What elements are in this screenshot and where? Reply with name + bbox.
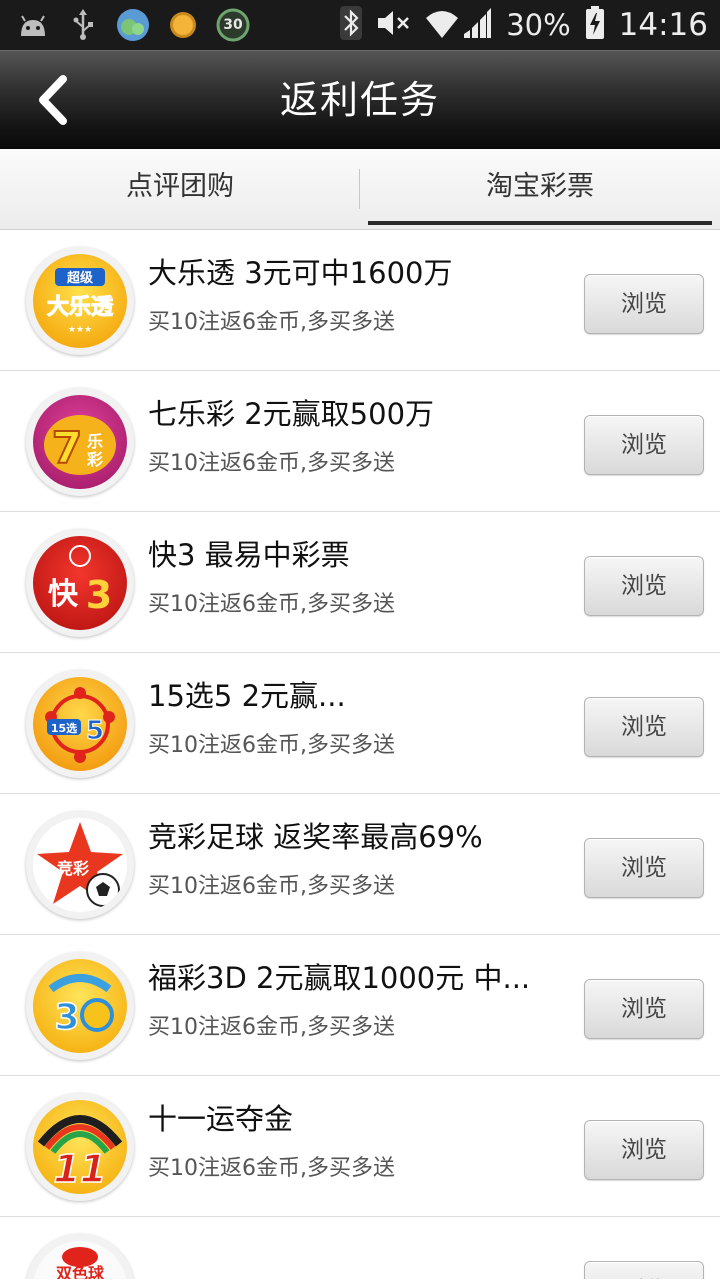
status-bar: 30 30% 14:16 [0, 0, 720, 50]
timer-30-icon: 30 [216, 8, 250, 42]
svg-text:15选: 15选 [51, 721, 77, 735]
browse-button[interactable]: 浏览 [584, 979, 704, 1039]
item-subtitle: 买10注返6金币,多买多送 [148, 1156, 395, 1181]
11yun-logo: 11 [26, 1093, 134, 1201]
status-bar-system: 30% 14:16 [340, 6, 708, 44]
android-icon [16, 8, 50, 42]
list-item[interactable]: 双色球 浏览 [0, 1217, 720, 1279]
title-bar: 返利任务 [0, 50, 720, 150]
browse-button[interactable]: 浏览 [584, 1261, 704, 1279]
list-item[interactable]: 快 3 快3 最易中彩票 买10注返6金币,多买多送 浏览 [0, 512, 720, 653]
item-title: 福彩3D 2元赢取1000元 中... [148, 961, 531, 995]
fucai-3d-logo: 3 [26, 952, 134, 1060]
browse-button[interactable]: 浏览 [584, 274, 704, 334]
coin-app-icon [166, 8, 200, 42]
lottery-task-list: 超级 大乐透 ★★★ 大乐透 3元可中1600万 买10注返6金币,多买多送 浏… [0, 230, 720, 1279]
qilecai-logo: 7 乐 彩 [26, 388, 134, 496]
back-button[interactable] [18, 67, 88, 133]
list-item[interactable]: 竞彩 竞彩足球 返奖率最高69% 买10注返6金币,多买多送 浏览 [0, 794, 720, 935]
battery-percent: 30% [506, 8, 571, 42]
item-subtitle: 买10注返6金币,多买多送 [148, 733, 395, 758]
svg-text:3: 3 [86, 573, 112, 617]
page-title: 返利任务 [279, 78, 440, 122]
shuangseqiu-logo: 双色球 [26, 1234, 134, 1279]
list-item[interactable]: 15选 5 15选5 2元赢... 买10注返6金币,多买多送 浏览 [0, 653, 720, 794]
svg-text:大乐透: 大乐透 [47, 295, 114, 320]
item-title: 15选5 2元赢... [148, 679, 346, 713]
svg-text:竞彩: 竞彩 [57, 859, 89, 878]
svg-text:11: 11 [54, 1147, 107, 1191]
battery-charging-icon [585, 6, 605, 44]
list-item[interactable]: 超级 大乐透 ★★★ 大乐透 3元可中1600万 买10注返6金币,多买多送 浏… [0, 230, 720, 371]
browse-button[interactable]: 浏览 [584, 838, 704, 898]
list-item[interactable]: 3 福彩3D 2元赢取1000元 中... 买10注返6金币,多买多送 浏览 [0, 935, 720, 1076]
svg-text:5: 5 [86, 716, 104, 746]
15xuan5-logo: 15选 5 [26, 670, 134, 778]
list-item[interactable]: 7 乐 彩 七乐彩 2元赢取500万 买10注返6金币,多买多送 浏览 [0, 371, 720, 512]
svg-text:7: 7 [52, 423, 83, 474]
svg-text:快: 快 [48, 577, 79, 612]
timer-badge-text: 30 [223, 17, 243, 33]
browse-button[interactable]: 浏览 [584, 556, 704, 616]
status-bar-notifications: 30 [16, 8, 250, 42]
wifi-signal-icon [424, 6, 492, 44]
svg-text:3: 3 [54, 997, 79, 1038]
browse-button[interactable]: 浏览 [584, 415, 704, 475]
item-subtitle: 买10注返6金币,多买多送 [148, 592, 395, 617]
tab-taobao-caipiao[interactable]: 淘宝彩票 [360, 149, 720, 229]
list-item[interactable]: 11 十一运夺金 买10注返6金币,多买多送 浏览 [0, 1076, 720, 1217]
tab-label: 淘宝彩票 [486, 171, 594, 202]
svg-text:超级: 超级 [67, 270, 94, 286]
browse-button[interactable]: 浏览 [584, 697, 704, 757]
item-title: 大乐透 3元可中1600万 [148, 256, 453, 290]
item-title: 快3 最易中彩票 [148, 538, 350, 572]
bluetooth-icon [340, 6, 363, 44]
item-subtitle: 买10注返6金币,多买多送 [148, 1015, 395, 1040]
tab-label: 点评团购 [126, 171, 234, 202]
mute-icon [376, 8, 410, 42]
kuai3-logo: 快 3 [26, 529, 134, 637]
active-tab-indicator [368, 221, 712, 225]
svg-text:乐: 乐 [87, 432, 103, 451]
item-title: 竞彩足球 返奖率最高69% [148, 820, 483, 854]
clock: 14:16 [618, 7, 708, 43]
back-arrow-icon [39, 75, 67, 125]
svg-text:★★★: ★★★ [68, 325, 92, 335]
item-subtitle: 买10注返6金币,多买多送 [148, 874, 395, 899]
item-title: 十一运夺金 [148, 1102, 294, 1136]
chat-app-icon [116, 8, 150, 42]
item-title: 七乐彩 2元赢取500万 [148, 397, 435, 431]
super-lotto-logo: 超级 大乐透 ★★★ [26, 247, 134, 355]
tab-bar: 点评团购 淘宝彩票 [0, 149, 720, 230]
svg-text:双色球: 双色球 [56, 1264, 105, 1279]
item-subtitle: 买10注返6金币,多买多送 [148, 310, 395, 335]
usb-icon [66, 8, 100, 42]
browse-button[interactable]: 浏览 [584, 1120, 704, 1180]
tab-dianping-tuangou[interactable]: 点评团购 [0, 149, 360, 229]
jingcai-football-logo: 竞彩 [26, 811, 134, 919]
item-subtitle: 买10注返6金币,多买多送 [148, 451, 395, 476]
svg-text:彩: 彩 [86, 450, 103, 469]
